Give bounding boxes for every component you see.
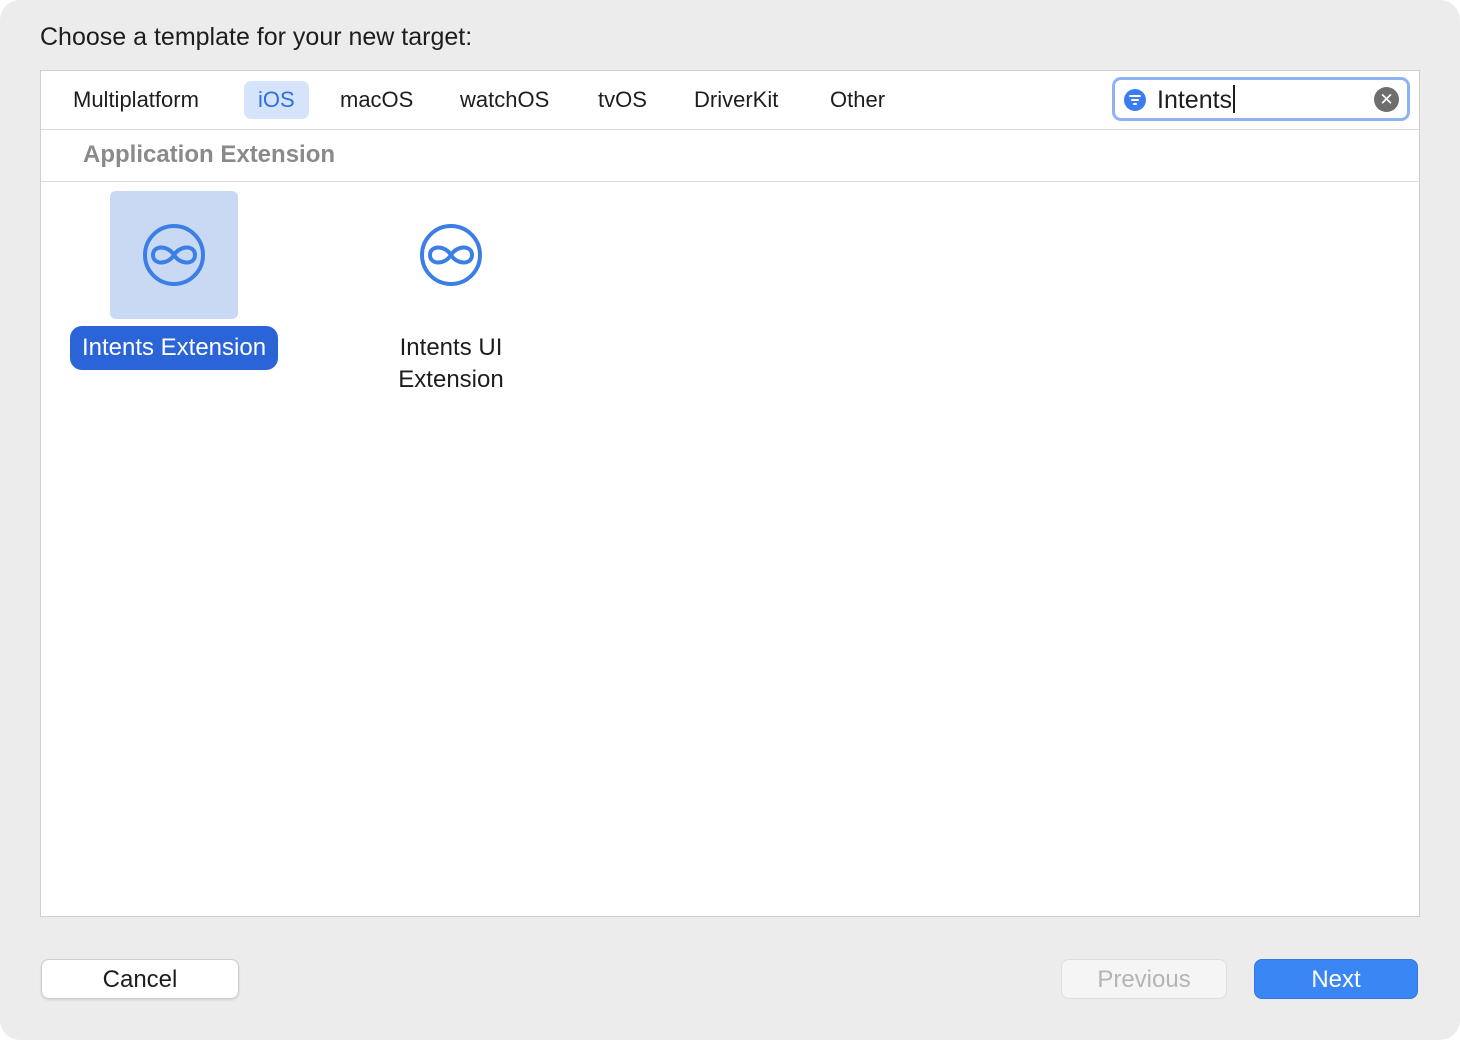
tab-watchos[interactable]: watchOS: [446, 81, 563, 119]
tab-other[interactable]: Other: [816, 81, 899, 119]
template-label-line-1: Intents UI: [399, 334, 503, 361]
section-header: Application Extension: [41, 130, 1419, 182]
intents-icon: [143, 224, 205, 286]
search-input[interactable]: Intents: [1157, 80, 1236, 118]
tab-driverkit[interactable]: DriverKit: [680, 81, 792, 119]
template-panel: Multiplatform iOS macOS watchOS tvOS Dri…: [40, 70, 1420, 917]
section-title: Application Extension: [83, 141, 336, 168]
tab-ios[interactable]: iOS: [244, 81, 309, 119]
template-icon-container: [110, 191, 238, 319]
previous-button[interactable]: Previous: [1061, 959, 1227, 999]
template-intents-extension[interactable]: Intents Extension: [54, 191, 294, 370]
clear-icon[interactable]: ✕: [1374, 87, 1399, 112]
dialog-prompt: Choose a template for your new target:: [40, 23, 473, 51]
template-label: Intents UI Extension: [386, 326, 515, 402]
new-target-dialog: Choose a template for your new target: M…: [0, 0, 1460, 1040]
template-intents-ui-extension[interactable]: Intents UI Extension: [331, 191, 571, 402]
search-input-value: Intents: [1157, 86, 1233, 114]
template-search-field[interactable]: Intents ✕: [1112, 77, 1410, 121]
filter-icon[interactable]: [1124, 89, 1146, 111]
tab-tvos[interactable]: tvOS: [584, 81, 661, 119]
template-label: Intents Extension: [69, 326, 279, 370]
tab-multiplatform[interactable]: Multiplatform: [59, 81, 213, 119]
platform-tab-bar: Multiplatform iOS macOS watchOS tvOS Dri…: [41, 71, 1419, 130]
text-caret: [1233, 85, 1236, 114]
tab-macos[interactable]: macOS: [326, 81, 427, 119]
template-icon-container: [387, 191, 515, 319]
next-button[interactable]: Next: [1254, 959, 1418, 999]
template-label-line-2: Extension: [398, 366, 504, 393]
cancel-button[interactable]: Cancel: [41, 959, 239, 999]
intents-icon: [420, 224, 482, 286]
